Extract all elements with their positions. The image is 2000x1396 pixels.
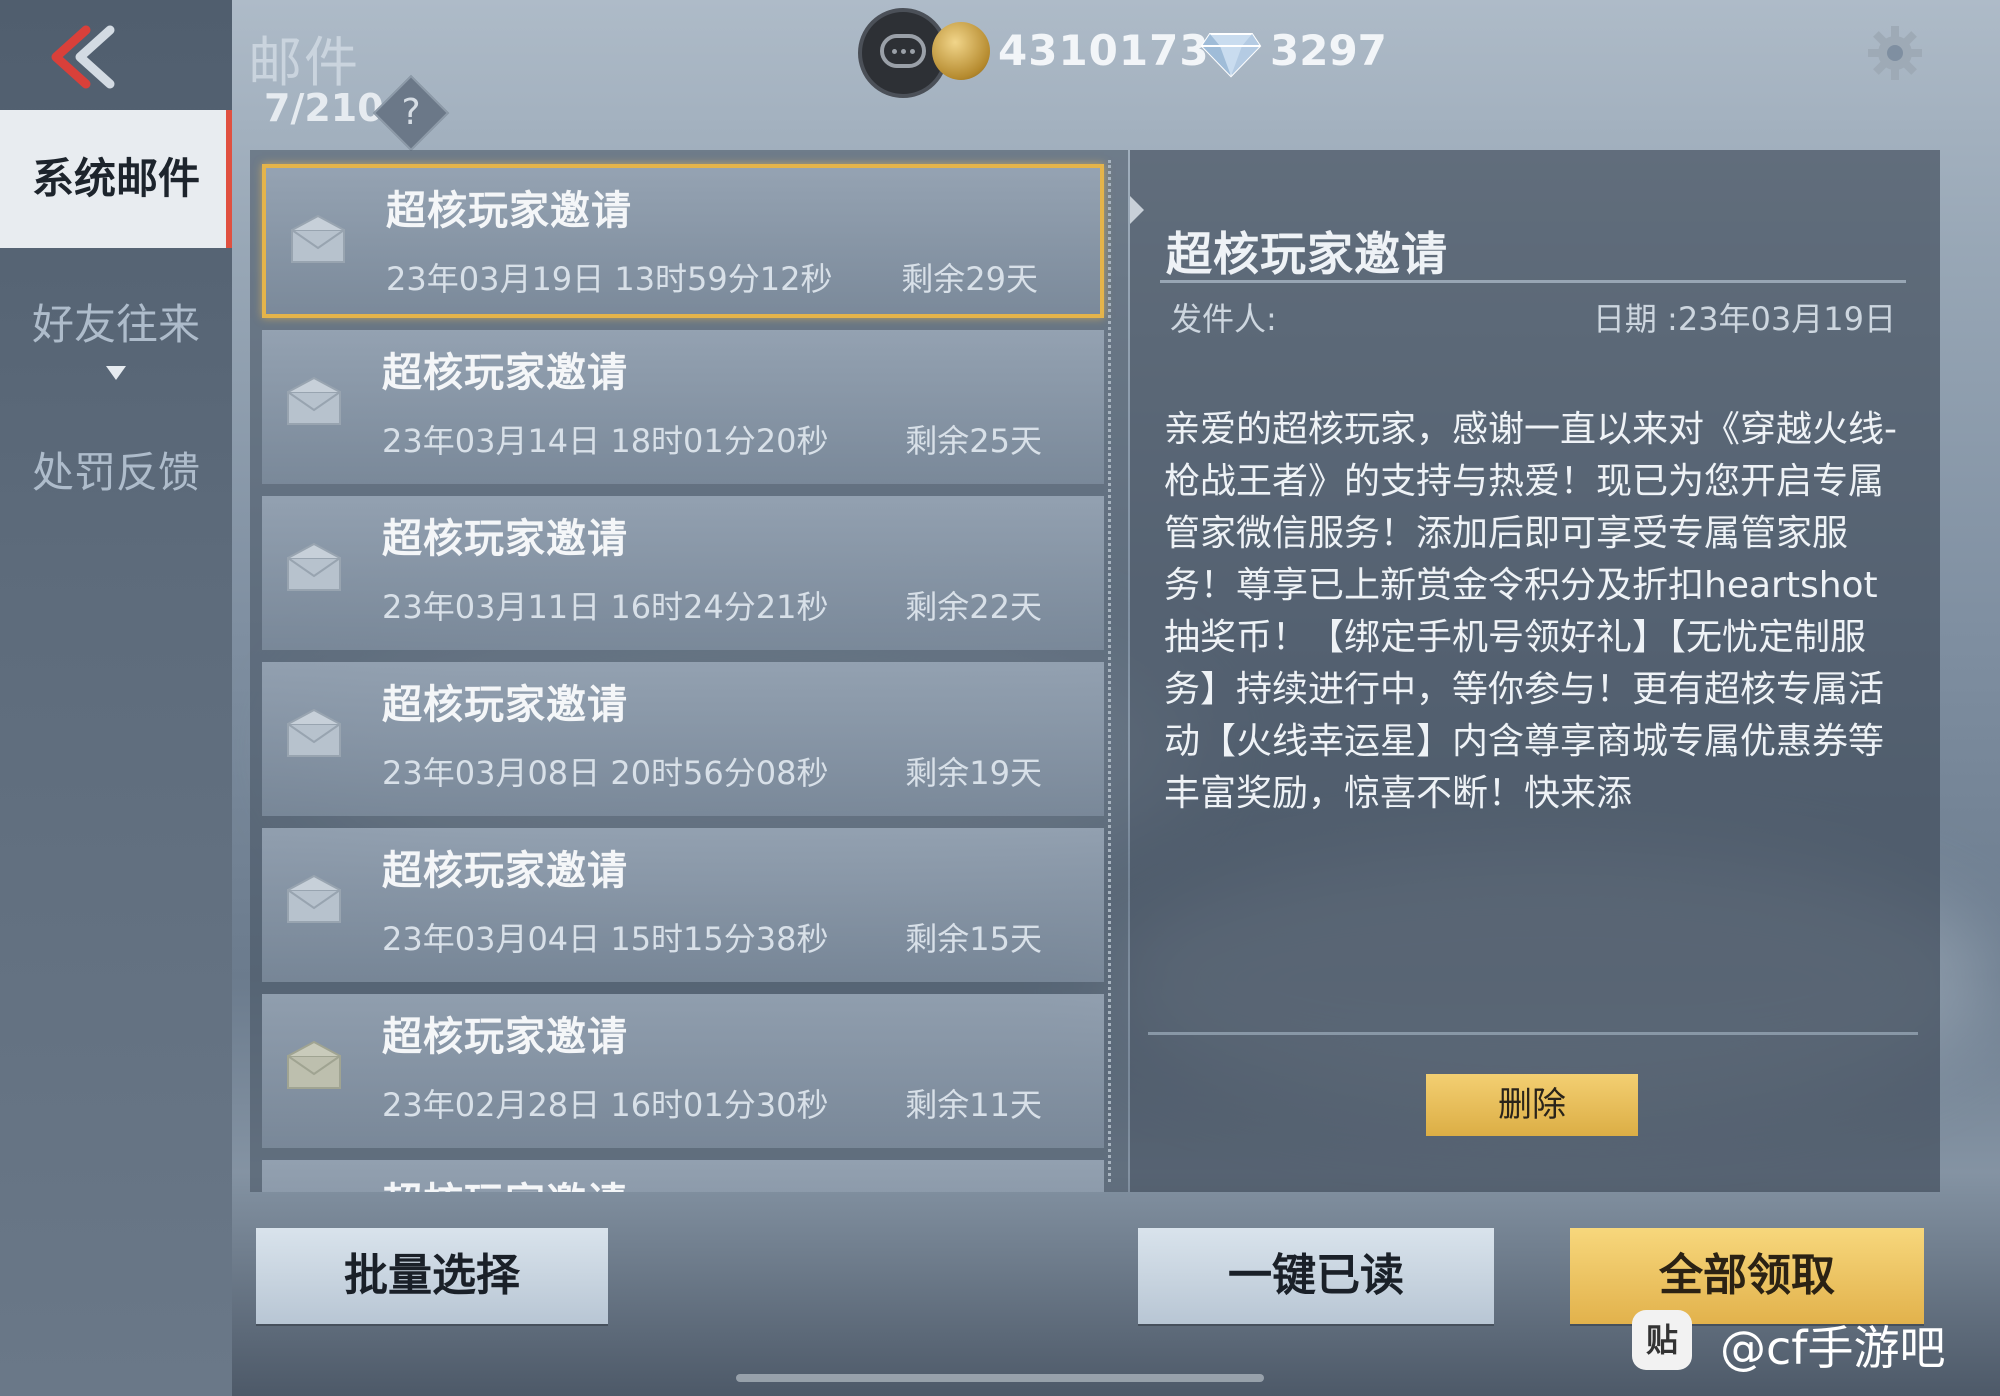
divider: [1160, 280, 1906, 283]
detail-date: 日期 :23年03月19日: [1592, 300, 1896, 338]
mail-item[interactable]: 超核玩家邀请 23年03月19日 13时59分12秒 剩余29天: [262, 164, 1104, 318]
mail-item[interactable]: 超核玩家邀请: [262, 1160, 1104, 1192]
mail-date: 23年02月28日 16时01分30秒: [382, 1086, 829, 1124]
diamond-balance: 3297: [1270, 26, 1387, 75]
envelope-icon: [291, 214, 345, 263]
mail-item[interactable]: 超核玩家邀请 23年02月28日 16时01分30秒 剩余11天: [262, 994, 1104, 1148]
mail-remaining: 剩余29天: [901, 260, 1038, 298]
mail-remaining: 剩余15天: [905, 920, 1042, 958]
batch-select-button[interactable]: 批量选择: [256, 1228, 608, 1324]
mail-remaining: 剩余25天: [905, 422, 1042, 460]
envelope-icon: [287, 1040, 341, 1089]
mail-title: 超核玩家邀请: [382, 1014, 628, 1060]
mail-title: 超核玩家邀请: [386, 188, 632, 234]
mail-list: 超核玩家邀请 23年03月19日 13时59分12秒 剩余29天 超核玩家邀请 …: [250, 150, 1128, 1192]
home-indicator[interactable]: [736, 1374, 1264, 1382]
sidebar: 系统邮件 好友往来 处罚反馈: [0, 0, 232, 1396]
mail-remaining: 剩余19天: [905, 754, 1042, 792]
coin-icon: [932, 22, 990, 80]
envelope-icon: [287, 542, 341, 591]
settings-gear-icon[interactable]: [1866, 24, 1924, 82]
envelope-icon: [287, 708, 341, 757]
mail-title: 超核玩家邀请: [382, 1170, 628, 1192]
mail-date: 23年03月19日 13时59分12秒: [386, 260, 833, 298]
mail-title: 超核玩家邀请: [382, 516, 628, 562]
mail-item[interactable]: 超核玩家邀请 23年03月11日 16时24分21秒 剩余22天: [262, 496, 1104, 650]
mail-date: 23年03月14日 18时01分20秒: [382, 422, 829, 460]
list-scrollbar[interactable]: [1108, 160, 1117, 1182]
mail-date: 23年03月11日 16时24分21秒: [382, 588, 829, 626]
mail-remaining: 剩余22天: [905, 588, 1042, 626]
mail-date: 23年03月08日 20时56分08秒: [382, 754, 829, 792]
coin-balance: 4310173: [998, 26, 1210, 75]
envelope-icon: [287, 874, 341, 923]
mail-item[interactable]: 超核玩家邀请 23年03月08日 20时56分08秒 剩余19天: [262, 662, 1104, 816]
mail-title: 超核玩家邀请: [382, 848, 628, 894]
claim-all-button[interactable]: 全部领取: [1570, 1228, 1924, 1324]
envelope-icon: [287, 376, 341, 425]
mail-item[interactable]: 超核玩家邀请 23年03月14日 18时01分20秒 剩余25天: [262, 330, 1104, 484]
tieba-logo-icon: 贴: [1632, 1310, 1692, 1370]
sidebar-item-penalty-feedback[interactable]: 处罚反馈: [0, 404, 232, 542]
back-icon[interactable]: [38, 22, 118, 92]
selection-pointer: [1130, 196, 1144, 224]
sender-label: 发件人:: [1170, 300, 1277, 338]
sidebar-item-system-mail[interactable]: 系统邮件: [0, 110, 232, 248]
mail-item[interactable]: 超核玩家邀请 23年03月04日 15时15分38秒 剩余15天: [262, 828, 1104, 982]
diamond-icon: [1200, 33, 1262, 78]
mail-title: 超核玩家邀请: [382, 682, 628, 728]
detail-title: 超核玩家邀请: [1166, 227, 1448, 281]
watermark-text: @cf手游吧: [1720, 1321, 1946, 1375]
delete-button[interactable]: 删除: [1426, 1074, 1638, 1136]
divider: [1148, 1032, 1918, 1035]
mail-body: 亲爱的超核玩家，感谢一直以来对《穿越火线-枪战王者》的支持与热爱！现已为您开启专…: [1164, 409, 1897, 814]
help-button[interactable]: ?: [372, 74, 450, 152]
mail-count: 7/210: [264, 86, 384, 130]
mail-title: 超核玩家邀请: [382, 350, 628, 396]
dropdown-arrow-icon: [106, 366, 126, 380]
help-icon: ?: [401, 92, 421, 133]
mail-date: 23年03月04日 15时15分38秒: [382, 920, 829, 958]
mark-all-read-button[interactable]: 一键已读: [1138, 1228, 1494, 1324]
mail-remaining: 剩余11天: [905, 1086, 1042, 1124]
